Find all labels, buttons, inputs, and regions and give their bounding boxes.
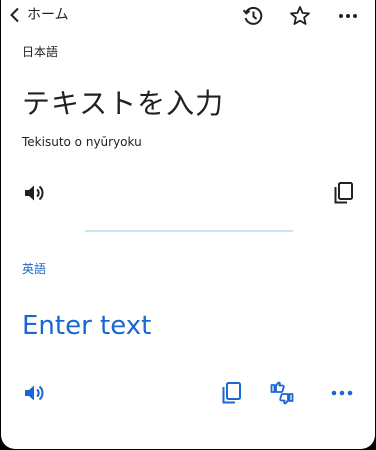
target-speak-button[interactable] <box>21 380 47 406</box>
target-copy-button[interactable] <box>219 380 245 406</box>
top-bar: ホーム <box>1 0 375 32</box>
translation-output: Enter text <box>22 311 152 341</box>
back-label: ホーム <box>27 7 69 23</box>
copy-icon <box>222 382 241 404</box>
thumbs-up-down-icon <box>270 381 294 405</box>
history-icon <box>242 6 263 25</box>
more-horiz-icon <box>331 390 353 396</box>
favorite-button[interactable] <box>288 4 312 28</box>
source-language-label[interactable]: 日本語 <box>22 44 58 60</box>
volume-icon <box>25 185 44 201</box>
target-more-button[interactable] <box>329 380 355 406</box>
more-button[interactable] <box>336 4 360 28</box>
history-button[interactable] <box>241 4 265 28</box>
target-language-label[interactable]: 英語 <box>22 261 46 277</box>
star-icon <box>290 6 310 25</box>
translate-screen: ホーム 日本語 テキストを入力 Tekisuto o nyūryoku 英語 E… <box>1 0 375 449</box>
volume-icon <box>25 385 44 401</box>
section-divider <box>85 230 293 232</box>
source-speak-button[interactable] <box>21 180 47 206</box>
transliteration-text: Tekisuto o nyūryoku <box>22 135 142 149</box>
source-copy-button[interactable] <box>331 180 357 206</box>
back-button[interactable]: ホーム <box>9 4 69 26</box>
more-horiz-icon <box>339 14 357 18</box>
copy-icon <box>334 182 353 204</box>
source-text-input[interactable]: テキストを入力 <box>22 84 224 124</box>
feedback-button[interactable] <box>269 380 295 406</box>
chevron-left-icon <box>10 7 19 23</box>
